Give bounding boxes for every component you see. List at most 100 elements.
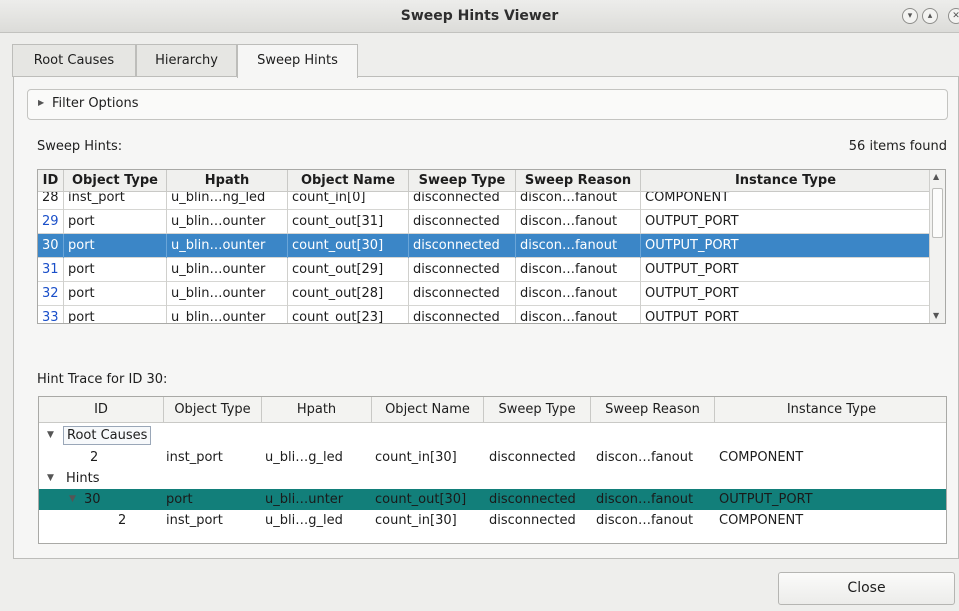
tab-label: Root Causes <box>33 53 115 68</box>
filter-options-expander[interactable]: ▶ Filter Options <box>27 89 948 120</box>
scroll-down-icon[interactable]: ▼ <box>933 311 939 320</box>
cell-hpath: u_blin…ounter <box>167 282 288 306</box>
table-header: ID Object Type Hpath Object Name Sweep T… <box>38 170 930 192</box>
cell-object-type: port <box>64 306 167 323</box>
cell-instance-type: OUTPUT_PORT <box>645 238 739 253</box>
expand-down-icon[interactable]: ▼ <box>47 425 54 446</box>
hint-trace-tree[interactable]: ID Object Type Hpath Object Name Sweep T… <box>38 396 947 544</box>
cell-instance-type: OUTPUT_PORT <box>645 262 739 277</box>
cell-id: 28 <box>38 192 64 210</box>
tab-hierarchy[interactable]: Hierarchy <box>136 44 237 77</box>
cell-id: 2 <box>118 513 127 528</box>
cell-instance-type: COMPONENT <box>719 450 804 465</box>
column-header-object-type[interactable]: Object Type <box>164 397 262 423</box>
cell-object-type: port <box>64 210 167 234</box>
cell-object-type: inst_port <box>166 513 223 528</box>
root-causes-label: Root Causes <box>63 426 152 445</box>
close-button[interactable]: Close <box>778 572 955 605</box>
filter-options-label: Filter Options <box>52 96 139 111</box>
cell-instance-type: OUTPUT_PORT <box>645 310 739 324</box>
cell-object-name: count_in[30] <box>375 450 457 465</box>
cell-sweep-reason: discon…fanout <box>596 492 694 507</box>
cell-hpath: u_bli…unter <box>265 492 344 507</box>
cell-sweep-type: disconnected <box>409 306 516 323</box>
column-header-object-type[interactable]: Object Type <box>64 170 167 192</box>
close-window-button[interactable]: ✕ <box>948 8 959 24</box>
cell-sweep-type: disconnected <box>409 282 516 306</box>
maximize-button[interactable]: ▴ <box>922 8 938 24</box>
column-header-sweep-reason[interactable]: Sweep Reason <box>516 170 641 192</box>
column-header-instance-type[interactable]: Instance Type <box>641 170 930 192</box>
column-header-hpath[interactable]: Hpath <box>262 397 372 423</box>
column-header-sweep-reason[interactable]: Sweep Reason <box>591 397 715 423</box>
cell-id: 30 <box>84 492 101 507</box>
cell-sweep-type: disconnected <box>409 192 516 210</box>
cell-sweep-reason: discon…fanout <box>516 234 641 258</box>
window-title: Sweep Hints Viewer <box>400 8 559 24</box>
tab-label: Hierarchy <box>155 53 218 68</box>
column-header-id[interactable]: ID <box>39 397 164 423</box>
cell-sweep-type: disconnected <box>489 492 576 507</box>
scrollbar-thumb[interactable] <box>932 188 943 238</box>
tree-row[interactable]: 2 inst_port u_bli…g_led count_in[30] dis… <box>39 510 946 531</box>
tree-group-root-causes[interactable]: ▼ Root Causes <box>39 425 946 446</box>
item-count: 56 items found <box>848 139 947 154</box>
table-row[interactable]: 31 port u_blin…ounter count_out[29] disc… <box>38 258 930 282</box>
column-header-sweep-type[interactable]: Sweep Type <box>484 397 591 423</box>
column-header-sweep-type[interactable]: Sweep Type <box>409 170 516 192</box>
cell-id: 2 <box>90 450 99 465</box>
cell-object-name: count_in[30] <box>375 513 457 528</box>
cell-sweep-type: disconnected <box>409 258 516 282</box>
chevron-down-icon: ▾ <box>907 11 913 21</box>
cell-id: 29 <box>38 210 64 234</box>
cell-hpath: u_blin…ounter <box>167 306 288 323</box>
table-row[interactable]: 29 port u_blin…ounter count_out[31] disc… <box>38 210 930 234</box>
table-row[interactable]: 32 port u_blin…ounter count_out[28] disc… <box>38 282 930 306</box>
cell-id: 33 <box>38 306 64 323</box>
table-row-selected[interactable]: 30 port u_blin…ounter count_out[30] disc… <box>38 234 930 258</box>
hint-trace-label: Hint Trace for ID 30: <box>37 372 168 387</box>
chevron-right-icon: ▶ <box>38 98 45 107</box>
cell-object-type: port <box>64 282 167 306</box>
tree-group-hints[interactable]: ▼ Hints <box>39 468 946 489</box>
tree-row[interactable]: 2 inst_port u_bli…g_led count_in[30] dis… <box>39 447 946 468</box>
column-header-instance-type[interactable]: Instance Type <box>715 397 946 423</box>
cell-hpath: u_blin…ng_led <box>167 192 288 210</box>
scroll-up-icon[interactable]: ▲ <box>933 172 939 181</box>
vertical-scrollbar[interactable]: ▲ ▼ <box>929 170 945 323</box>
cell-hpath: u_blin…ounter <box>167 258 288 282</box>
sweep-hints-table[interactable]: ID Object Type Hpath Object Name Sweep T… <box>37 169 946 324</box>
column-header-hpath[interactable]: Hpath <box>167 170 288 192</box>
tree-row-highlighted[interactable]: ▼ 30 port u_bli…unter count_out[30] disc… <box>39 489 946 510</box>
cell-sweep-reason: discon…fanout <box>516 210 641 234</box>
cell-object-type: inst_port <box>166 450 223 465</box>
sweep-hints-label: Sweep Hints: <box>37 139 123 154</box>
column-header-object-name[interactable]: Object Name <box>372 397 484 423</box>
cell-object-name: count_out[30] <box>288 234 409 258</box>
minimize-button[interactable]: ▾ <box>902 8 918 24</box>
cell-object-name: count_out[31] <box>288 210 409 234</box>
expand-down-icon[interactable]: ▼ <box>69 489 76 510</box>
tab-sweep-hints[interactable]: Sweep Hints <box>237 44 358 78</box>
tab-label: Sweep Hints <box>257 53 338 68</box>
cell-id: 31 <box>38 258 64 282</box>
cell-sweep-reason: discon…fanout <box>516 258 641 282</box>
expand-down-icon[interactable]: ▼ <box>47 468 54 489</box>
cell-object-type: port <box>64 234 167 258</box>
cell-object-name: count_out[30] <box>375 492 467 507</box>
column-header-id[interactable]: ID <box>38 170 64 192</box>
cell-sweep-reason: discon…fanout <box>516 192 641 210</box>
chevron-up-icon: ▴ <box>927 11 933 21</box>
cell-hpath: u_blin…ounter <box>167 234 288 258</box>
table-row[interactable]: 33 port u_blin…ounter count_out[23] disc… <box>38 306 930 324</box>
cell-sweep-reason: discon…fanout <box>516 306 641 323</box>
sweep-hints-panel: ▶ Filter Options Sweep Hints: 56 items f… <box>13 76 959 559</box>
cell-instance-type: COMPONENT <box>645 192 730 205</box>
cell-sweep-reason: discon…fanout <box>596 450 694 465</box>
column-header-object-name[interactable]: Object Name <box>288 170 409 192</box>
cell-instance-type: COMPONENT <box>719 513 804 528</box>
table-body: 28 inst_port u_blin…ng_led count_in[0] d… <box>38 192 930 324</box>
tab-root-causes[interactable]: Root Causes <box>12 44 136 77</box>
table-row[interactable]: 28 inst_port u_blin…ng_led count_in[0] d… <box>38 192 930 210</box>
cell-object-type: inst_port <box>64 192 167 210</box>
